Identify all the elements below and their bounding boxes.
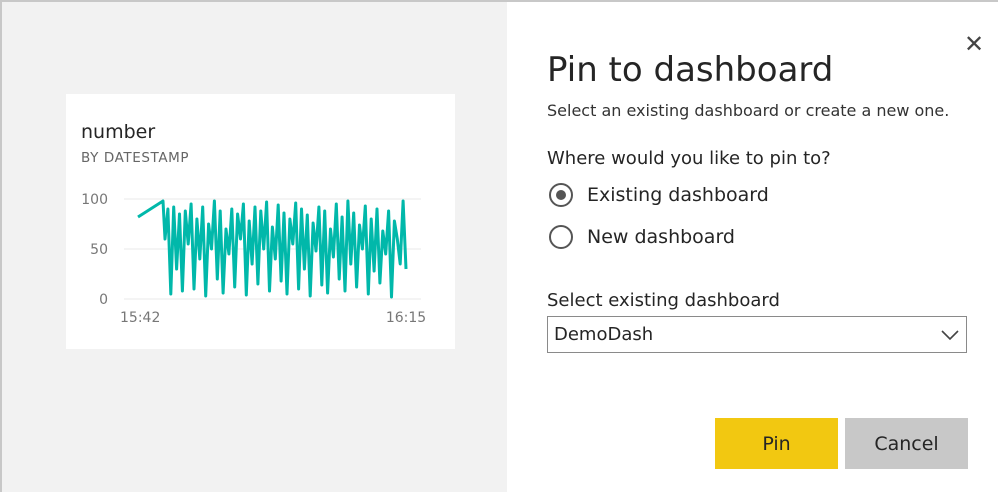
dashboard-select[interactable]: DemoDash	[547, 316, 967, 353]
radio-new-dashboard[interactable]	[549, 225, 573, 249]
dialog-description: Select an existing dashboard or create a…	[547, 101, 950, 120]
pin-location-question: Where would you like to pin to?	[547, 148, 831, 169]
radio-existing-dashboard[interactable]	[549, 183, 573, 207]
option-new-dashboard[interactable]: New dashboard	[549, 225, 735, 249]
y-tick-label: 0	[99, 292, 108, 308]
select-value: DemoDash	[554, 324, 654, 345]
x-tick-label: 16:15	[386, 310, 426, 326]
line-chart: 0 50 100 15:42 16:15	[81, 192, 426, 326]
dialog-title: Pin to dashboard	[547, 50, 834, 90]
series-line	[137, 199, 408, 299]
option-label: Existing dashboard	[587, 184, 769, 206]
cancel-button[interactable]: Cancel	[845, 418, 968, 469]
close-icon[interactable]: ✕	[960, 30, 988, 58]
tile-preview: number BY DATESTAMP 0 50 100 15:42 16:15	[66, 94, 455, 349]
x-tick-label: 15:42	[120, 310, 160, 326]
tile-preview-pane: number BY DATESTAMP 0 50 100 15:42 16:15	[2, 2, 507, 492]
select-dashboard-label: Select existing dashboard	[547, 290, 780, 311]
option-existing-dashboard[interactable]: Existing dashboard	[549, 183, 769, 207]
y-tick-label: 50	[90, 242, 108, 258]
option-label: New dashboard	[587, 226, 735, 248]
chevron-down-icon	[941, 330, 959, 341]
pin-button[interactable]: Pin	[715, 418, 838, 469]
y-tick-label: 100	[81, 192, 108, 208]
